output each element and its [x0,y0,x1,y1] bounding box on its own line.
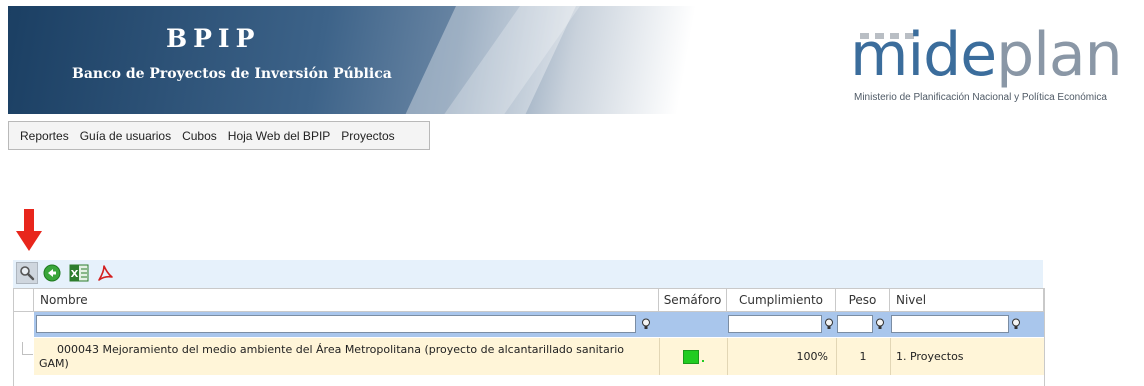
filter-peso-input[interactable] [837,315,873,333]
svg-text:X: X [71,269,79,280]
cell-nivel: 1. Proyectos [896,350,964,363]
excel-icon: X [69,264,89,282]
column-header-cumplimiento[interactable]: Cumplimiento [727,288,836,312]
bpip-subtitle: Banco de Proyectos de Inversión Pública [72,66,392,82]
filter-icon [825,318,833,329]
status-light [682,349,699,364]
arrow-down-icon [16,209,42,251]
menu-item-cubos[interactable]: Cubos [182,129,217,143]
export-excel-button[interactable]: X [68,262,90,284]
table-row[interactable]: 000043 Mejoramiento del medio ambiente d… [34,338,1044,375]
header-spacer [14,288,34,312]
bpip-title: BPIP [166,24,261,53]
mideplan-logo: mideplan [850,20,1123,90]
header-banner: BPIP Banco de Proyectos de Inversión Púb… [8,6,1136,114]
back-icon [43,264,61,282]
pdf-icon [98,265,113,281]
filter-cumplimiento-button[interactable] [823,316,835,332]
filter-nombre-button[interactable] [640,316,652,332]
menu-item-hoja-web[interactable]: Hoja Web del BPIP [228,129,331,143]
filter-icon [1012,318,1020,329]
column-header-semaforo[interactable]: Semáforo [659,288,727,312]
menu-item-reportes[interactable]: Reportes [20,129,69,143]
projects-grid: Nombre Semáforo Cumplimiento Peso Nivel … [13,288,1045,386]
column-header-nombre[interactable]: Nombre [34,288,659,312]
grid-toolbar: X [13,260,1043,288]
column-header-peso[interactable]: Peso [836,288,890,312]
filter-icon [642,318,650,329]
logo-main: mide [850,20,997,90]
cell-semaforo [659,338,727,375]
filter-nivel-input[interactable] [891,315,1009,333]
menu-item-proyectos[interactable]: Proyectos [341,129,394,143]
main-menu: Reportes Guía de usuarios Cubos Hoja Web… [8,121,430,150]
filter-nivel-button[interactable] [1010,316,1022,332]
tree-connector [22,342,33,355]
filter-peso-button[interactable] [874,316,886,332]
filter-icon [876,318,884,329]
search-icon [20,266,35,281]
logo-accent: plan [996,20,1123,90]
cell-peso: 1 [859,350,867,363]
filter-row [34,312,1044,337]
column-header-nivel[interactable]: Nivel [890,288,1044,312]
cell-cumplimiento: 100% [796,350,828,363]
menu-item-guia-usuarios[interactable]: Guía de usuarios [80,129,171,143]
mideplan-tagline: Ministerio de Planificación Nacional y P… [854,92,1107,103]
back-button[interactable] [41,262,63,284]
filter-cumplimiento-input[interactable] [728,315,822,333]
search-button[interactable] [16,262,38,284]
cell-nombre: 000043 Mejoramiento del medio ambiente d… [39,342,624,370]
filter-nombre-input[interactable] [36,315,636,333]
export-pdf-button[interactable] [94,262,116,284]
